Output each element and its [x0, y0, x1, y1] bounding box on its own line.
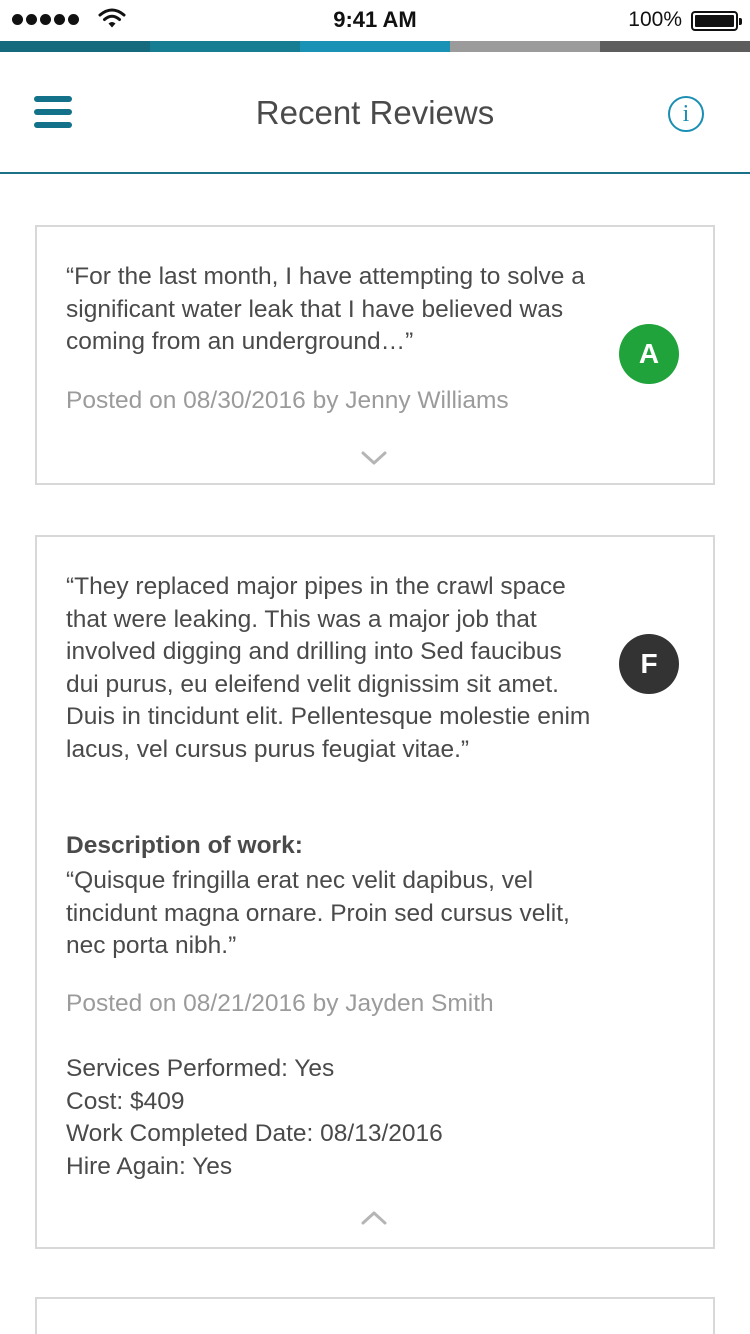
review-card[interactable] — [35, 1297, 715, 1334]
review-card[interactable]: “They replaced major pipes in the crawl … — [35, 535, 715, 1249]
status-bar: 9:41 AM 100% — [0, 0, 750, 40]
progress-stripe — [0, 41, 750, 52]
page-title: Recent Reviews — [255, 94, 495, 131]
detail-services-performed: Services Performed: Yes — [66, 1055, 335, 1082]
grade-badge: F — [619, 634, 679, 694]
chevron-up-icon[interactable] — [359, 1209, 389, 1227]
stripe-segment — [300, 41, 450, 52]
detail-hire-again: Hire Again: Yes — [66, 1152, 233, 1180]
posted-meta: Posted on 08/30/2016 by Jenny Williams — [66, 387, 509, 414]
review-quote: “They replaced major pipes in the crawl … — [66, 573, 591, 763]
battery-icon — [691, 11, 742, 31]
review-card[interactable]: “For the last month, I have attempting t… — [35, 225, 715, 485]
info-icon[interactable]: i — [668, 96, 704, 132]
stripe-segment — [600, 41, 750, 52]
stripe-segment — [0, 41, 150, 52]
battery-percent: 100% — [628, 8, 682, 31]
detail-cost: Cost: $409 — [66, 1087, 185, 1115]
review-details: Services Performed: Yes Cost: $409 Work … — [66, 1053, 443, 1183]
posted-meta: Posted on 08/21/2016 by Jayden Smith — [66, 990, 494, 1017]
description-heading: Description of work: — [66, 832, 303, 859]
grade-badge: A — [619, 324, 679, 384]
stripe-segment — [450, 41, 600, 52]
detail-work-completed-date: Work Completed Date: 08/13/2016 — [66, 1120, 443, 1147]
review-quote: “For the last month, I have attempting t… — [66, 263, 585, 355]
chevron-down-icon[interactable] — [359, 449, 389, 467]
stripe-segment — [150, 41, 300, 52]
description-text: “Quisque fringilla erat nec velit dapibu… — [66, 867, 570, 959]
nav-header: Recent Reviews i — [0, 52, 750, 174]
